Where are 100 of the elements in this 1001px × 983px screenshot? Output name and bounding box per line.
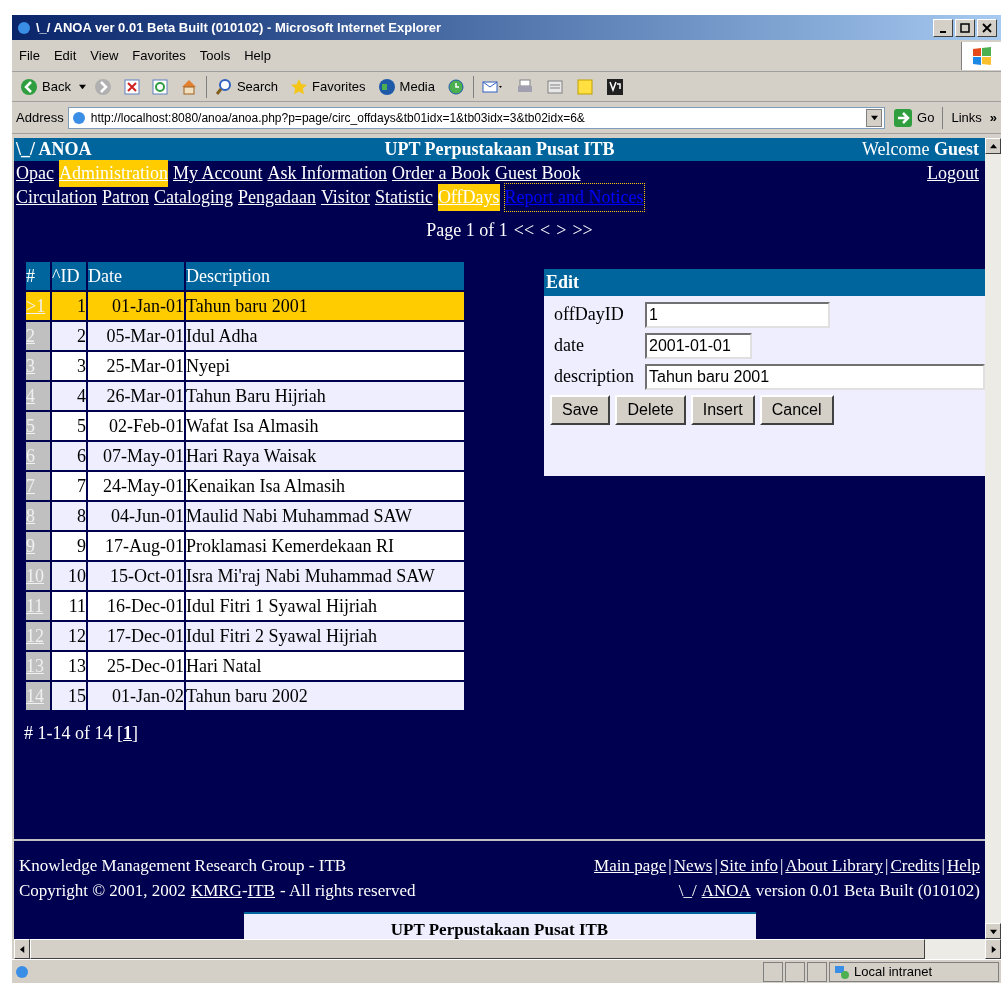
brand: \_/ ANOA — [16, 140, 93, 159]
table-cell: 02-Feb-01 — [88, 411, 184, 440]
separator: | — [713, 855, 719, 877]
table-cell: Idul Adha — [186, 321, 464, 350]
text-field[interactable]: 1 — [645, 301, 830, 328]
table-row[interactable]: >1 1 01-Jan-01Tahun baru 2001 — [26, 291, 464, 320]
nav-link[interactable]: Statistic — [374, 184, 433, 212]
table-cell: 15 — [52, 681, 86, 710]
pager-link[interactable]: >> — [572, 217, 593, 245]
table-cell: 24-May-01 — [88, 471, 184, 500]
table-cell: 5 — [52, 411, 86, 440]
caret-icon — [870, 114, 878, 121]
window-title: \_/ ANOA ver 0.01 Beta Built (010102) - Microsoft Internet Explorer — [36, 18, 443, 37]
menu-item[interactable]: View — [83, 45, 126, 66]
footer-link[interactable]: Site info — [719, 853, 778, 878]
footer-link[interactable]: Main page — [594, 853, 667, 878]
maximize-icon — [960, 22, 970, 33]
footer-link[interactable]: ANOA — [701, 878, 751, 903]
nav-link[interactable]: Pengadaan — [238, 184, 316, 212]
links-button[interactable]: Links — [947, 107, 986, 128]
text-field[interactable]: 2001-01-01 — [645, 332, 752, 359]
nav-link[interactable]: Patron — [102, 184, 149, 212]
back-button[interactable]: Back — [16, 74, 75, 99]
nav-link[interactable]: Order a Book — [391, 159, 490, 187]
maximize-button[interactable] — [955, 18, 975, 37]
menu-item[interactable]: Help — [237, 45, 278, 66]
menu-item[interactable]: Favorites — [125, 45, 193, 66]
table-cell: 12 — [52, 621, 86, 650]
browser-icon — [16, 19, 32, 36]
right-arrow-icon — [989, 945, 997, 953]
brand-mark: \_/ — [678, 880, 697, 902]
close-button[interactable] — [977, 18, 997, 37]
footer-link[interactable]: News — [673, 853, 713, 878]
pager-link[interactable]: << — [513, 217, 535, 245]
address-field[interactable]: http://localhost:8080/anoa/anoa.php?p=page/circ_offdays&tb01idx=1&tb03idx=3&tb02idx=6& — [67, 106, 886, 129]
version-text: version 0.01 Beta Built (010102) — [755, 880, 980, 902]
form-button[interactable]: Cancel — [759, 394, 834, 425]
down-arrow-icon — [989, 927, 997, 935]
go-button[interactable]: Go — [889, 107, 939, 128]
page-icon — [14, 963, 30, 980]
pager-link[interactable]: > — [556, 217, 567, 245]
nav-link[interactable]: Opac — [16, 159, 54, 187]
table-cell: Kenaikan Isa Almasih — [186, 471, 464, 500]
record-count: # 1-14 of 14 [ — [24, 722, 123, 743]
page-link[interactable]: 1 — [123, 722, 132, 743]
dropdown-button[interactable] — [866, 108, 883, 127]
footer-link[interactable]: Credits — [890, 853, 940, 878]
chevron-more[interactable]: » — [989, 107, 997, 128]
nav-link[interactable]: Visitor — [320, 184, 370, 212]
form-button[interactable]: Insert — [690, 394, 755, 425]
separator: | — [778, 855, 785, 877]
status-pane — [785, 961, 805, 982]
table-cell: Proklamasi Kemerdekaan RI — [186, 531, 464, 560]
table-cell: 05-Mar-01 — [88, 321, 184, 350]
nav-link[interactable]: Guest Book — [494, 159, 581, 187]
text-field[interactable]: Tahun baru 2001 — [645, 363, 985, 390]
status-pane — [763, 961, 783, 982]
column-header: Description — [186, 261, 464, 290]
table-cell: Nyepi — [186, 351, 464, 380]
search-button[interactable]: Search — [210, 74, 283, 99]
left-arrow-icon — [18, 945, 26, 953]
nav-link[interactable]: Circulation — [16, 184, 97, 212]
star-icon — [290, 77, 309, 96]
table-cell: 25-Dec-01 — [88, 651, 184, 680]
copyright-text: Copyright © 2001, 2002 — [19, 880, 186, 902]
table-cell: 4 — [52, 381, 86, 410]
column-header: ^ID — [52, 261, 86, 290]
minimize-button[interactable] — [933, 18, 953, 37]
footer-link[interactable]: ITB — [247, 878, 275, 903]
table-cell: 10 — [52, 561, 86, 590]
vertical-scrollbar[interactable] — [985, 138, 1001, 939]
field-label: offDayID — [554, 303, 625, 327]
media-button[interactable]: Media — [373, 74, 439, 99]
table-cell: 17-Aug-01 — [88, 531, 184, 560]
table-cell: Maulid Nabi Muhammad SAW — [186, 501, 464, 530]
footer-link[interactable]: About Library — [785, 853, 884, 878]
nav-link[interactable]: My Account — [173, 159, 263, 187]
nav-link[interactable]: Ask Information — [267, 159, 387, 187]
table-cell: 16-Dec-01 — [88, 591, 184, 620]
menu-item[interactable]: Tools — [192, 45, 238, 66]
footer-link[interactable]: KMRG — [190, 878, 242, 903]
page-indicator: Page 1 of 1 — [426, 219, 508, 243]
form-button[interactable]: Save — [550, 394, 611, 425]
field-label: description — [554, 365, 635, 389]
site-title: UPT Perpustakaan Pusat ITB — [383, 140, 616, 159]
footer-org: Knowledge Management Research Group - ITB — [19, 855, 347, 877]
table-cell: Hari Natal — [186, 651, 464, 680]
footer-link[interactable]: Help — [946, 853, 980, 878]
windows-logo-icon — [961, 41, 1001, 70]
form-button[interactable]: Delete — [615, 394, 686, 425]
logout-link[interactable]: Logout — [927, 159, 983, 187]
favorites-button[interactable]: Favorites — [286, 74, 370, 99]
table-cell: Wafat Isa Almasih — [186, 411, 464, 440]
welcome-text: Welcome Guest — [860, 140, 980, 159]
pager-link[interactable]: < — [540, 217, 551, 245]
table-cell: 01-Jan-01 — [88, 291, 184, 320]
menu-item[interactable]: Edit — [46, 45, 84, 66]
nav-link[interactable]: Cataloging — [154, 184, 233, 212]
rights-text: - All rights reserved — [279, 880, 416, 902]
menu-item[interactable]: File — [12, 45, 47, 66]
